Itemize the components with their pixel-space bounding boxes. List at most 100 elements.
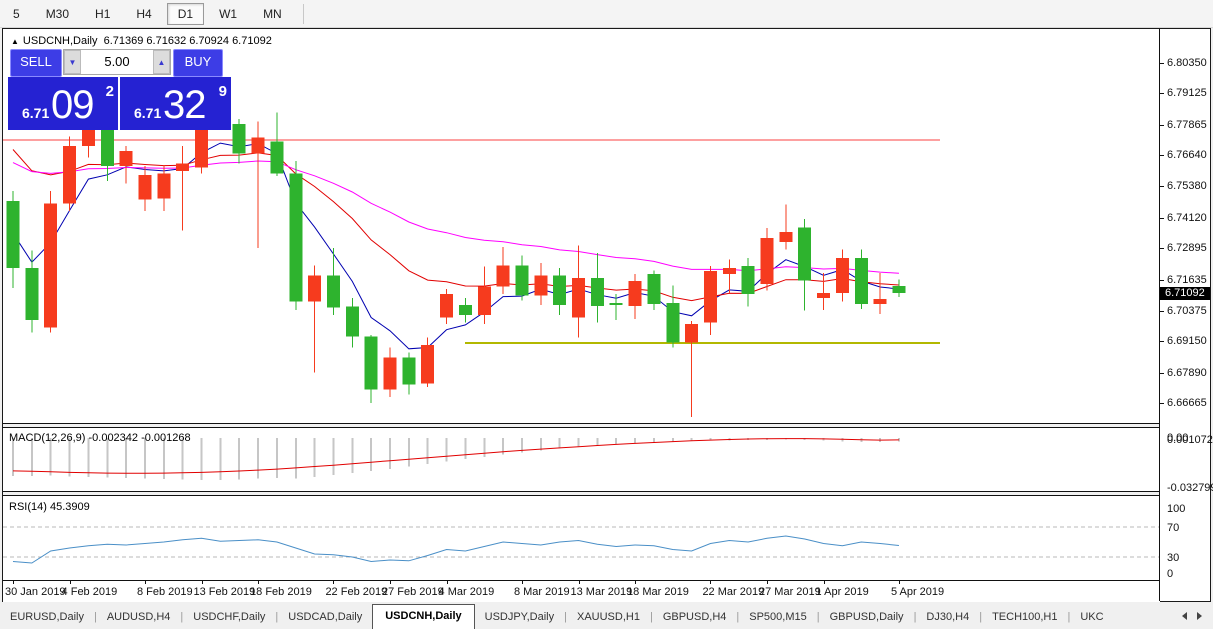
tab-gbpusd-h4[interactable]: GBPUSD,H4 [653, 606, 737, 629]
candle-body[interactable] [7, 201, 20, 268]
timeframe-button-m30[interactable]: M30 [35, 3, 80, 25]
candle-body[interactable] [365, 336, 378, 389]
candle-body[interactable] [874, 299, 887, 304]
timeframe-button-h1[interactable]: H1 [84, 3, 121, 25]
candle-body[interactable] [704, 271, 717, 323]
macd-histogram-bar [540, 438, 542, 450]
date-label: 18 Mar 2019 [627, 586, 689, 598]
candle-body[interactable] [459, 305, 472, 315]
candle-body[interactable] [572, 278, 585, 318]
tab-sp500-m15[interactable]: SP500,M15 [739, 606, 816, 629]
tab-audusd-h4[interactable]: AUDUSD,H4 [97, 606, 181, 629]
buy-button[interactable]: BUY [173, 49, 223, 77]
candle-body[interactable] [591, 278, 604, 306]
price-axis-label: 6.75380 [1167, 180, 1207, 192]
macd-histogram-bar [446, 438, 448, 462]
sell-button[interactable]: SELL [10, 49, 62, 77]
rsi-label: RSI(14) 45.3909 [9, 501, 90, 513]
candle-body[interactable] [666, 303, 679, 343]
candle-body[interactable] [836, 258, 849, 293]
timeframe-button-h4[interactable]: H4 [125, 3, 162, 25]
candle-body[interactable] [723, 268, 736, 274]
tab-usdchf-daily[interactable]: USDCHF,Daily [183, 606, 275, 629]
tab-gbpusd-daily[interactable]: GBPUSD,Daily [820, 606, 914, 629]
candle-body[interactable] [534, 275, 547, 295]
volume-increase-icon[interactable]: ▲ [153, 50, 170, 74]
candle-body[interactable] [817, 293, 830, 298]
candle-body[interactable] [892, 286, 905, 293]
macd-histogram-bar [634, 438, 636, 443]
candle-body[interactable] [629, 281, 642, 306]
candle-body[interactable] [478, 287, 491, 316]
candle-body[interactable] [25, 268, 38, 320]
price-axis-label: 6.77865 [1167, 119, 1207, 131]
candle-body[interactable] [440, 294, 453, 318]
tab-xauusd-h1[interactable]: XAUUSD,H1 [567, 606, 650, 629]
collapse-panel-icon[interactable]: ▲ [11, 37, 19, 46]
date-label: 13 Mar 2019 [571, 586, 633, 598]
buy-price-box[interactable]: 6.71 32 9 [120, 77, 231, 130]
candle-body[interactable] [798, 228, 811, 281]
candle-body[interactable] [384, 357, 397, 389]
candle-body[interactable] [553, 275, 566, 305]
price-axis[interactable]: 6.803506.791256.778656.766406.753806.741… [1159, 29, 1210, 601]
timeframe-button-mn[interactable]: MN [252, 3, 293, 25]
tab-usdcad-daily[interactable]: USDCAD,Daily [278, 606, 372, 629]
candle-body[interactable] [252, 138, 265, 154]
timeframe-button-w1[interactable]: W1 [208, 3, 248, 25]
tab-ukc[interactable]: UKC [1070, 606, 1113, 629]
tab-scroll-controls [1177, 603, 1213, 629]
candle-body[interactable] [327, 275, 340, 307]
candle-body[interactable] [63, 146, 76, 203]
candle-body[interactable] [289, 174, 302, 302]
current-price-tag: 6.71092 [1160, 287, 1210, 300]
candle-body[interactable] [761, 238, 774, 284]
date-label: 4 Feb 2019 [62, 586, 118, 598]
timeframe-button-5[interactable]: 5 [2, 3, 31, 25]
candle-body[interactable] [270, 141, 283, 173]
date-tick [522, 581, 523, 584]
date-tick [899, 581, 900, 584]
candle-body[interactable] [421, 345, 434, 384]
date-axis[interactable]: 30 Jan 20194 Feb 20198 Feb 201913 Feb 20… [3, 580, 1160, 602]
macd-histogram-bar [314, 438, 316, 477]
date-tick [635, 581, 636, 584]
volume-decrease-icon[interactable]: ▼ [64, 50, 81, 74]
tab-scroll-right-icon[interactable] [1197, 612, 1202, 620]
macd-histogram-bar [653, 438, 655, 442]
price-axis-label: 6.66665 [1167, 397, 1207, 409]
volume-value[interactable]: 5.00 [81, 50, 153, 74]
candle-body[interactable] [779, 232, 792, 242]
candle-body[interactable] [855, 258, 868, 304]
sell-price-box[interactable]: 6.71 09 2 [8, 77, 118, 130]
candle-body[interactable] [402, 357, 415, 384]
candle-body[interactable] [742, 266, 755, 294]
tab-dj30-h4[interactable]: DJ30,H4 [916, 606, 979, 629]
candle-body[interactable] [157, 174, 170, 199]
candle-body[interactable] [515, 265, 528, 295]
tab-scroll-left-icon[interactable] [1182, 612, 1187, 620]
candle-body[interactable] [346, 306, 359, 336]
candle-body[interactable] [610, 303, 623, 305]
tab-usdcnh-daily[interactable]: USDCNH,Daily [372, 604, 474, 629]
candle-body[interactable] [120, 151, 133, 166]
candle-body[interactable] [647, 274, 660, 304]
timeframe-button-d1[interactable]: D1 [167, 3, 204, 25]
macd-histogram-bar [578, 438, 580, 447]
sell-price-big: 09 [51, 83, 94, 128]
candle-body[interactable] [138, 175, 151, 200]
tab-tech100-h1[interactable]: TECH100,H1 [982, 606, 1067, 629]
symbol-period-label: USDCNH,Daily [23, 35, 98, 47]
tab-eurusd-daily[interactable]: EURUSD,Daily [0, 606, 94, 629]
candle-body[interactable] [308, 275, 321, 301]
candle-body[interactable] [176, 164, 189, 171]
candle-body[interactable] [497, 265, 510, 286]
tab-usdjpy-daily[interactable]: USDJPY,Daily [475, 606, 565, 629]
candle-body[interactable] [685, 324, 698, 343]
date-label: 22 Mar 2019 [702, 586, 764, 598]
rsi-pane-canvas[interactable] [3, 496, 1160, 579]
rsi-axis-label: 0 [1167, 568, 1173, 580]
date-label: 4 Mar 2019 [439, 586, 495, 598]
candle-body[interactable] [44, 203, 57, 327]
candle-body[interactable] [233, 124, 246, 154]
